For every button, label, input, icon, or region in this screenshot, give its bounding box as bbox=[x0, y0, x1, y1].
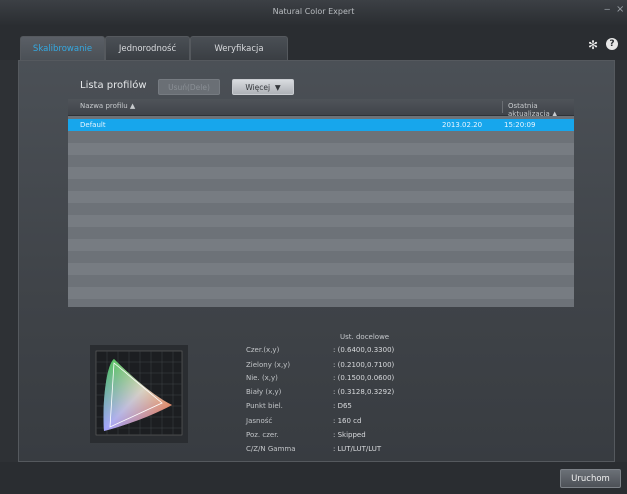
target-label: Zielony (x,y) bbox=[246, 361, 291, 369]
table-row[interactable]: Default 2013.02.20 15:20:09 bbox=[68, 119, 574, 131]
bottom-bar bbox=[0, 462, 627, 494]
run-button[interactable]: Uruchom bbox=[560, 469, 621, 488]
minimize-icon[interactable]: ‒ bbox=[604, 4, 610, 15]
empty-row bbox=[68, 167, 574, 179]
target-value: : Skipped bbox=[333, 431, 366, 439]
empty-row bbox=[68, 143, 574, 155]
target-value: : (0.2100,0.7100) bbox=[333, 361, 395, 369]
window-title: Natural Color Expert bbox=[272, 7, 355, 16]
target-value: : (0.6400,0.3300) bbox=[333, 346, 395, 354]
target-label: Biały (x,y) bbox=[246, 388, 282, 396]
profile-name-cell: Default bbox=[80, 121, 106, 129]
profile-time-cell: 15:20:09 bbox=[504, 121, 536, 129]
close-icon[interactable]: × bbox=[616, 4, 624, 15]
target-label: Czer.(x,y) bbox=[246, 346, 280, 354]
tab-bar: Skalibrowanie Jednorodność Weryfikacja bbox=[0, 26, 627, 60]
empty-row bbox=[68, 239, 574, 251]
empty-row bbox=[68, 263, 574, 275]
more-dropdown-button[interactable]: Więcej ▼ bbox=[232, 79, 294, 95]
target-value: : 160 cd bbox=[333, 417, 362, 425]
gamut-diagram bbox=[90, 345, 188, 443]
tab-verification[interactable]: Weryfikacja bbox=[190, 36, 288, 60]
profile-table-header: Nazwa profilu ▲ Ostatnia aktualizacja ▲ bbox=[68, 99, 574, 118]
target-value: : D65 bbox=[333, 402, 352, 410]
column-header-name[interactable]: Nazwa profilu ▲ bbox=[80, 102, 135, 110]
target-settings-title: Ust. docelowe bbox=[340, 333, 390, 341]
delete-profile-button[interactable]: Usuń(Dele) bbox=[158, 79, 220, 95]
target-value: : LUT/LUT/LUT bbox=[333, 445, 382, 453]
dropdown-arrow-icon: ▼ bbox=[272, 83, 281, 92]
profile-date-cell: 2013.02.20 bbox=[442, 121, 483, 129]
tab-uniformity[interactable]: Jednorodność bbox=[105, 36, 190, 60]
tab-calibration[interactable]: Skalibrowanie bbox=[20, 36, 105, 60]
target-label: Nie. (x,y) bbox=[246, 374, 278, 382]
more-label: Więcej bbox=[245, 83, 271, 92]
app-window: Natural Color Expert ‒ × Skalibrowanie J… bbox=[0, 0, 627, 494]
target-label: Poz. czer. bbox=[246, 431, 279, 439]
target-label: C/Z/N Gamma bbox=[246, 445, 296, 453]
sort-asc-icon: ▲ bbox=[129, 102, 136, 110]
target-label: Jasność bbox=[246, 417, 273, 425]
empty-row bbox=[68, 191, 574, 203]
profile-table-body: Default 2013.02.20 15:20:09 bbox=[68, 116, 574, 307]
target-value: : (0.1500,0.0600) bbox=[333, 374, 395, 382]
column-divider bbox=[502, 101, 503, 113]
target-label: Punkt biel. bbox=[246, 402, 283, 410]
help-icon[interactable]: ? bbox=[606, 38, 618, 50]
empty-row bbox=[68, 287, 574, 299]
empty-row bbox=[68, 215, 574, 227]
target-value: : (0.3128,0.3292) bbox=[333, 388, 395, 396]
profile-list-title: Lista profilów bbox=[80, 80, 147, 91]
title-bar: Natural Color Expert ‒ × bbox=[0, 0, 627, 26]
gear-icon[interactable]: ✻ bbox=[588, 38, 598, 52]
